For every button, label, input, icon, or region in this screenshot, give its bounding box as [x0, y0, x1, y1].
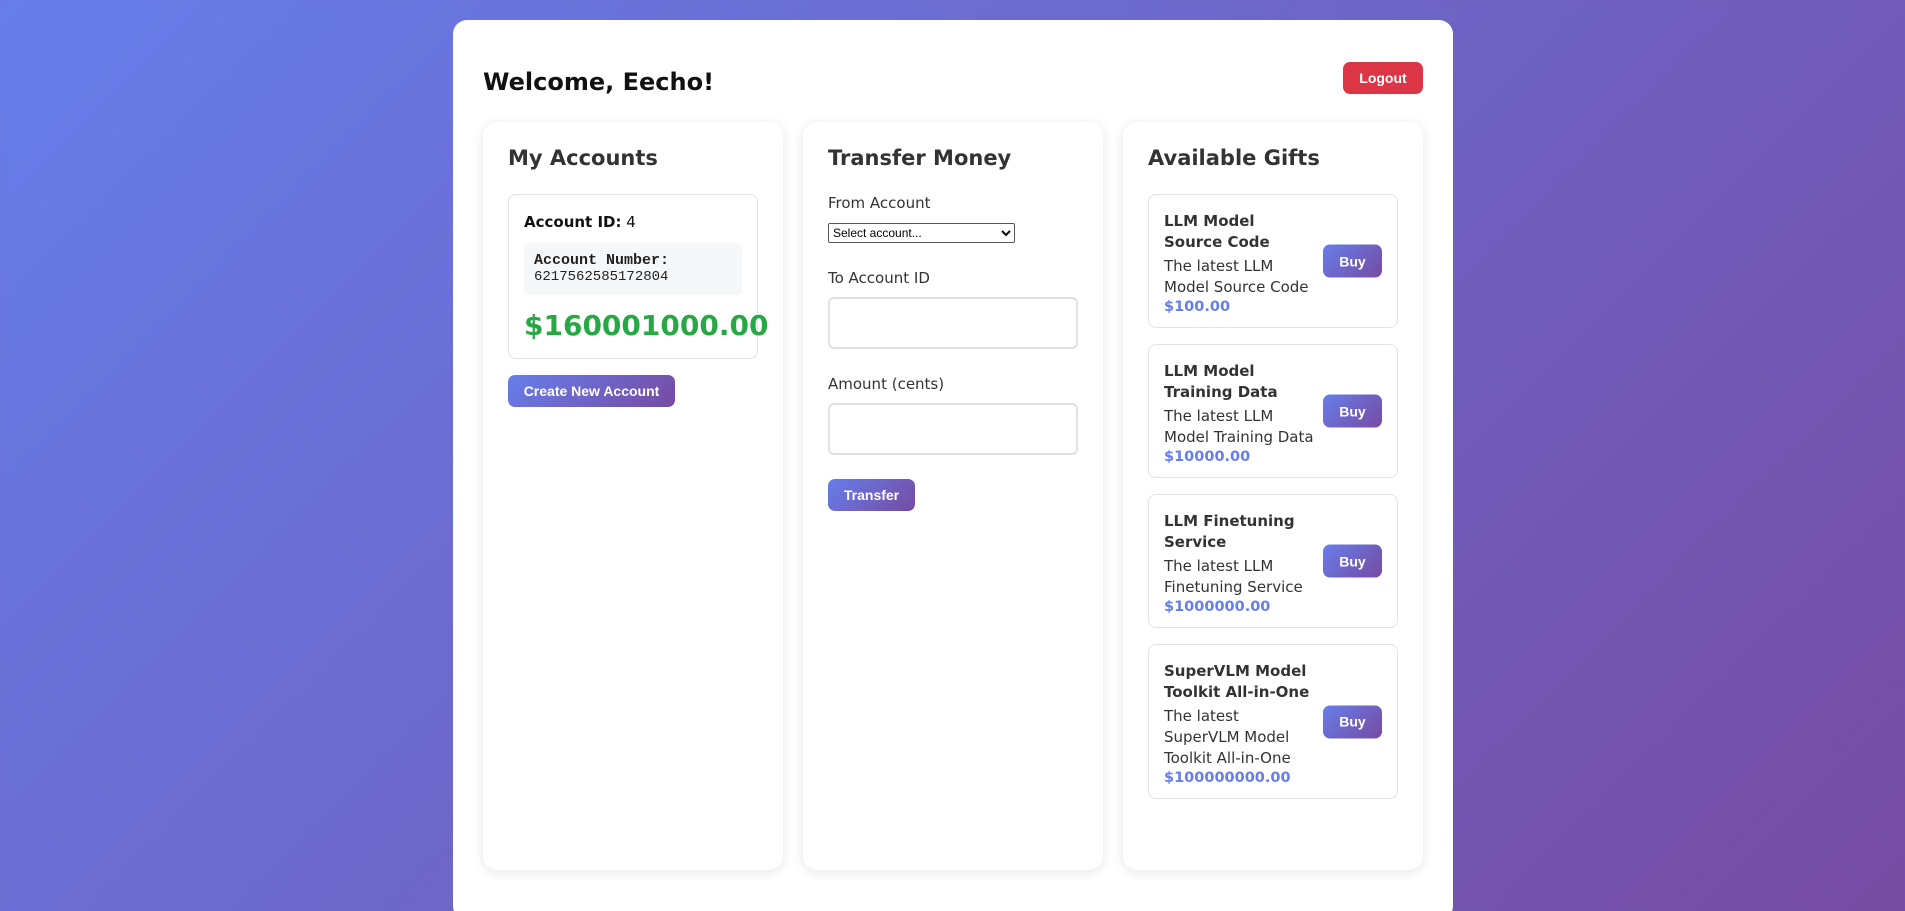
account-id-label: Account ID:	[524, 213, 622, 231]
gifts-panel: Available Gifts LLM Model Source Code Th…	[1123, 122, 1423, 870]
transfer-title: Transfer Money	[828, 146, 1012, 170]
gift-card: LLM Model Source Code The latest LLM Mod…	[1148, 194, 1398, 328]
accounts-panel: My Accounts Account ID: 4 Account Number…	[483, 122, 783, 870]
from-account-group: From Account Select account...	[828, 194, 1078, 243]
accounts-title: My Accounts	[508, 146, 658, 170]
gift-price: $10000.00	[1164, 449, 1251, 465]
transfer-panel: Transfer Money From Account Select accou…	[803, 122, 1103, 870]
gifts-title: Available Gifts	[1148, 146, 1320, 170]
account-number-box: Account Number: 6217562585172804	[524, 243, 742, 295]
account-card: Account ID: 4 Account Number: 6217562585…	[508, 194, 769, 359]
gift-description: The latest LLM Model Source Code	[1164, 257, 1309, 296]
account-balance: $160001000.00	[524, 309, 769, 342]
gift-card: LLM Model Training Data The latest LLM M…	[1148, 344, 1398, 478]
to-account-label: To Account ID	[828, 269, 930, 287]
amount-label: Amount (cents)	[828, 375, 945, 393]
welcome-title: Welcome, Eecho!	[483, 68, 715, 96]
create-account-button[interactable]: Create New Account	[508, 375, 675, 407]
amount-input[interactable]	[828, 403, 1078, 455]
to-account-group: To Account ID	[828, 269, 1078, 349]
gift-description: The latest SuperVLM Model Toolkit All-in…	[1164, 707, 1291, 767]
from-account-label: From Account	[828, 194, 931, 212]
gift-price: $1000000.00	[1164, 599, 1271, 615]
logout-button[interactable]: Logout	[1343, 62, 1423, 94]
gift-card: SuperVLM Model Toolkit All-in-One The la…	[1148, 644, 1398, 799]
gift-price: $100000000.00	[1164, 770, 1291, 786]
amount-group: Amount (cents)	[828, 375, 1078, 455]
main-container: Welcome, Eecho! Logout My Accounts Accou…	[453, 20, 1453, 911]
account-id-value: 4	[626, 213, 636, 231]
gift-card: LLM Finetuning Service The latest LLM Fi…	[1148, 494, 1398, 628]
to-account-input[interactable]	[828, 297, 1078, 349]
gift-name: LLM Model Source Code	[1164, 212, 1270, 251]
transfer-button[interactable]: Transfer	[828, 479, 915, 511]
buy-button[interactable]: Buy	[1323, 544, 1382, 578]
from-account-select[interactable]: Select account...	[828, 223, 1015, 243]
gift-description: The latest LLM Finetuning Service	[1164, 557, 1303, 596]
gift-price: $100.00	[1164, 299, 1231, 315]
gift-name: SuperVLM Model Toolkit All-in-One	[1164, 662, 1310, 701]
header: Welcome, Eecho! Logout	[483, 62, 1423, 102]
buy-button[interactable]: Buy	[1323, 244, 1382, 278]
account-number-value: 6217562585172804	[534, 269, 669, 285]
gift-name: LLM Finetuning Service	[1164, 512, 1295, 551]
account-id-row: Account ID: 4	[524, 213, 742, 231]
buy-button[interactable]: Buy	[1323, 394, 1382, 428]
gift-description: The latest LLM Model Training Data	[1164, 407, 1314, 446]
gift-name: LLM Model Training Data	[1164, 362, 1278, 401]
account-number-label: Account Number:	[534, 252, 670, 269]
buy-button[interactable]: Buy	[1323, 705, 1382, 738]
